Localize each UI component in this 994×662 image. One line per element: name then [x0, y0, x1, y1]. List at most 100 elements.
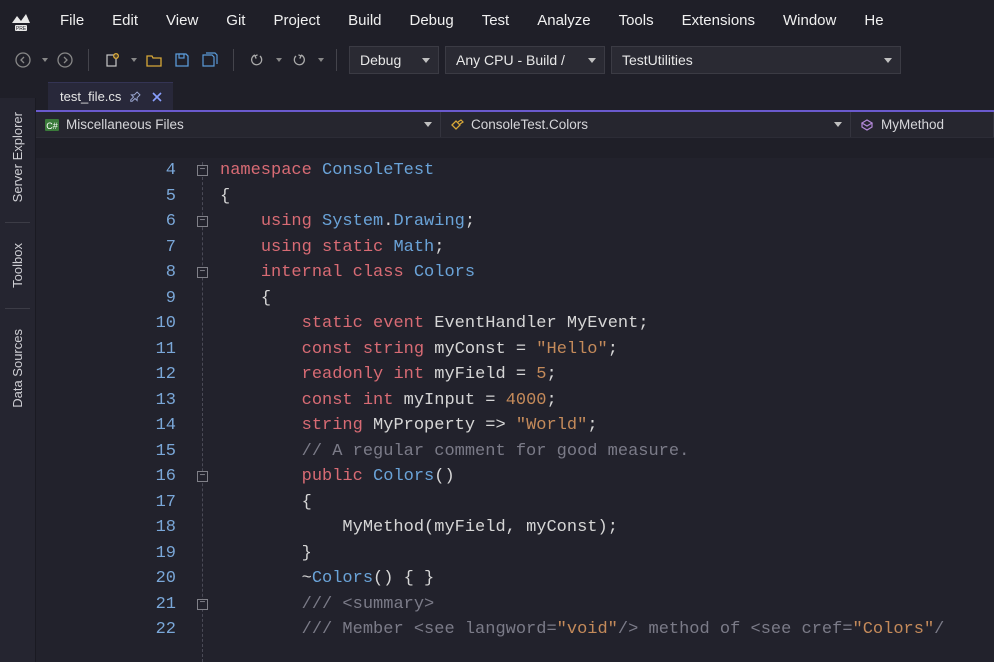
code-line[interactable]: }	[220, 541, 994, 567]
svg-text:PRE: PRE	[16, 26, 27, 32]
close-tab-button[interactable]	[149, 89, 165, 105]
line-number: 17	[36, 490, 180, 516]
menu-build[interactable]: Build	[334, 8, 395, 33]
code-line[interactable]: ~Colors() { }	[220, 566, 994, 592]
document-tab[interactable]: test_file.cs	[48, 82, 173, 110]
side-tab-data-sources[interactable]: Data Sources	[8, 321, 27, 416]
chevron-down-icon	[588, 58, 596, 63]
chevron-down-icon	[422, 58, 430, 63]
save-button[interactable]	[171, 47, 193, 73]
class-combo[interactable]: ConsoleTest.Colors	[441, 112, 851, 137]
open-file-button[interactable]	[143, 47, 165, 73]
fold-toggle[interactable]: −	[197, 165, 208, 176]
redo-dropdown[interactable]	[318, 58, 324, 62]
scope-label: Miscellaneous Files	[66, 117, 184, 132]
menu-view[interactable]: View	[152, 8, 212, 33]
line-number: 13	[36, 388, 180, 414]
code-line[interactable]: using static Math;	[220, 235, 994, 261]
line-number: 22	[36, 617, 180, 643]
code-line[interactable]: // A regular comment for good measure.	[220, 439, 994, 465]
main-toolbar: Debug Any CPU - Build / TestUtilities	[0, 40, 994, 80]
startup-project-combo[interactable]: TestUtilities	[611, 46, 901, 74]
undo-button[interactable]	[246, 47, 268, 73]
code-line[interactable]: readonly int myField = 5;	[220, 362, 994, 388]
line-number: 16	[36, 464, 180, 490]
line-number: 9	[36, 286, 180, 312]
nav-forward-button[interactable]	[54, 47, 76, 73]
fold-column: − − − − −	[186, 158, 220, 662]
code-line[interactable]: /// <summary>	[220, 592, 994, 618]
redo-button[interactable]	[288, 47, 310, 73]
menu-debug[interactable]: Debug	[396, 8, 468, 33]
line-number: 19	[36, 541, 180, 567]
platform-label: Any CPU - Build /	[456, 52, 565, 68]
pin-icon[interactable]	[129, 91, 141, 103]
line-number: 6	[36, 209, 180, 235]
code-content[interactable]: namespace ConsoleTest{ using System.Draw…	[220, 158, 994, 662]
code-line[interactable]: namespace ConsoleTest	[220, 158, 994, 184]
menu-window[interactable]: Window	[769, 8, 850, 33]
line-number: 15	[36, 439, 180, 465]
line-number: 8	[36, 260, 180, 286]
side-tab-toolbox[interactable]: Toolbox	[8, 235, 27, 296]
side-tab-divider	[5, 222, 30, 223]
svg-text:C#: C#	[46, 121, 58, 131]
new-item-dropdown[interactable]	[131, 58, 137, 62]
menu-test[interactable]: Test	[468, 8, 524, 33]
nav-back-dropdown[interactable]	[42, 58, 48, 62]
line-number: 5	[36, 184, 180, 210]
configuration-combo[interactable]: Debug	[349, 46, 439, 74]
code-line[interactable]: using System.Drawing;	[220, 209, 994, 235]
menu-he[interactable]: He	[850, 8, 897, 33]
side-tab-server-explorer[interactable]: Server Explorer	[8, 104, 27, 210]
fold-toggle[interactable]: −	[197, 471, 208, 482]
navigation-bar: C# Miscellaneous Files ConsoleTest.Color…	[36, 110, 994, 138]
fold-toggle[interactable]: −	[197, 267, 208, 278]
line-number: 14	[36, 413, 180, 439]
csharp-file-icon: C#	[44, 117, 60, 133]
menu-bar: PRE FileEditViewGitProjectBuildDebugTest…	[0, 0, 994, 40]
undo-dropdown[interactable]	[276, 58, 282, 62]
line-number: 7	[36, 235, 180, 261]
menu-analyze[interactable]: Analyze	[523, 8, 604, 33]
save-all-button[interactable]	[199, 47, 221, 73]
code-line[interactable]: const string myConst = "Hello";	[220, 337, 994, 363]
code-line[interactable]: static event EventHandler MyEvent;	[220, 311, 994, 337]
line-number: 10	[36, 311, 180, 337]
code-line[interactable]: {	[220, 490, 994, 516]
menu-tools[interactable]: Tools	[605, 8, 668, 33]
app-logo: PRE	[6, 5, 36, 35]
side-tab-divider	[5, 308, 30, 309]
new-item-button[interactable]	[101, 47, 123, 73]
code-line[interactable]: const int myInput = 4000;	[220, 388, 994, 414]
code-line[interactable]: string MyProperty => "World";	[220, 413, 994, 439]
menu-project[interactable]: Project	[259, 8, 334, 33]
nav-back-button[interactable]	[12, 47, 34, 73]
code-line[interactable]: {	[220, 184, 994, 210]
menu-git[interactable]: Git	[212, 8, 259, 33]
class-icon	[449, 117, 465, 133]
method-icon	[859, 117, 875, 133]
fold-toggle[interactable]: −	[197, 599, 208, 610]
scope-combo[interactable]: C# Miscellaneous Files	[36, 112, 441, 137]
fold-toggle[interactable]: −	[197, 216, 208, 227]
document-tab-filename: test_file.cs	[60, 89, 121, 104]
menu-file[interactable]: File	[46, 8, 98, 33]
document-tab-strip: test_file.cs	[36, 80, 994, 110]
code-line[interactable]: public Colors()	[220, 464, 994, 490]
line-number: 21	[36, 592, 180, 618]
chevron-down-icon	[424, 122, 432, 127]
member-combo[interactable]: MyMethod	[851, 112, 994, 137]
menu-edit[interactable]: Edit	[98, 8, 152, 33]
side-rail: Server Explorer Toolbox Data Sources	[0, 98, 36, 662]
code-line[interactable]: {	[220, 286, 994, 312]
code-line[interactable]: internal class Colors	[220, 260, 994, 286]
chevron-down-icon	[884, 58, 892, 63]
line-number: 4	[36, 158, 180, 184]
menu-extensions[interactable]: Extensions	[668, 8, 769, 33]
code-line[interactable]: MyMethod(myField, myConst);	[220, 515, 994, 541]
platform-combo[interactable]: Any CPU - Build /	[445, 46, 605, 74]
line-number: 18	[36, 515, 180, 541]
code-line[interactable]: /// Member <see langword="void"/> method…	[220, 617, 994, 643]
code-editor[interactable]: 45678910111213141516171819202122 −−−−− n…	[36, 158, 994, 662]
